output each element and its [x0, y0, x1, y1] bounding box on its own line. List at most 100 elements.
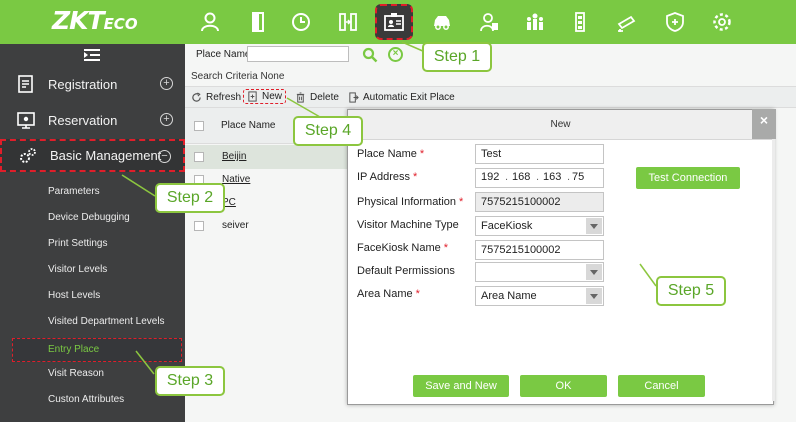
person-icon[interactable]	[196, 8, 224, 36]
refresh-label: Refresh	[206, 92, 242, 103]
ip-segment-3[interactable]: 163	[543, 171, 561, 189]
ip-separator: .	[536, 171, 540, 183]
cancel-button[interactable]: Cancel	[618, 375, 705, 397]
sidebar-module-label: Basic Management	[50, 148, 162, 163]
place-name-input[interactable]: Test	[475, 144, 604, 164]
required-marker: *	[443, 242, 449, 254]
sidebar: Registration + Reservation + Basic Manag…	[0, 44, 185, 422]
dialog-scrollbar[interactable]	[772, 139, 775, 401]
sidebar-module-label: Reservation	[48, 112, 118, 128]
search-label: Place Name	[196, 49, 251, 60]
place-name-text[interactable]: seiver	[222, 220, 249, 231]
sidebar-module-registration[interactable]: Registration +	[0, 71, 185, 97]
place-name-link[interactable]: Native	[222, 174, 250, 185]
selected-value: FaceKiosk	[481, 220, 533, 232]
ip-segment-4[interactable]: 75	[572, 171, 584, 189]
attendance-icon[interactable]	[334, 8, 362, 36]
collapse-minus-icon[interactable]: −	[158, 150, 171, 163]
select-all-checkbox[interactable]	[194, 121, 204, 131]
sidebar-item-host-levels[interactable]: Host Levels	[0, 284, 185, 308]
patrol-guard-icon[interactable]	[475, 8, 503, 36]
label-text: IP Address	[357, 171, 410, 183]
new-document-icon	[248, 91, 257, 102]
gears-icon	[20, 147, 36, 163]
selected-value: Area Name	[481, 290, 537, 302]
car-icon[interactable]	[428, 8, 456, 36]
ip-address-label: IP Address *	[357, 171, 417, 183]
facekiosk-name-input[interactable]: 7575215100002	[475, 240, 604, 260]
sidebar-module-basic-management[interactable]: Basic Management −	[0, 139, 185, 172]
place-name-label: Place Name *	[357, 148, 424, 160]
ip-separator: .	[505, 171, 509, 183]
trash-icon	[296, 92, 305, 103]
required-marker: *	[415, 288, 420, 300]
camera-icon[interactable]	[613, 8, 641, 36]
label-text: Place Name	[357, 148, 417, 160]
toolbar: Refresh New Delete Automatic Exit Place	[185, 86, 796, 108]
close-icon[interactable]: ×	[756, 112, 772, 128]
test-connection-button[interactable]: Test Connection	[636, 167, 740, 189]
ok-button[interactable]: OK	[520, 375, 607, 397]
sidebar-item-visitor-levels[interactable]: Visitor Levels	[0, 258, 185, 282]
people-group-icon[interactable]	[521, 8, 549, 36]
expand-plus-icon[interactable]: +	[160, 77, 173, 90]
logo-main-text: ZKT	[52, 6, 105, 35]
dialog-title: New	[348, 110, 773, 140]
dropdown-arrow-icon[interactable]	[586, 218, 602, 234]
door-icon[interactable]	[244, 8, 272, 36]
reservation-icon	[17, 112, 35, 129]
table-row[interactable]: seiver	[185, 214, 350, 238]
ip-segment-1[interactable]: 192	[481, 171, 499, 189]
delete-label: Delete	[310, 92, 339, 103]
shield-icon[interactable]	[661, 8, 689, 36]
area-name-select[interactable]: Area Name	[475, 286, 604, 306]
required-marker: *	[459, 196, 464, 208]
ip-segment-2[interactable]: 168	[512, 171, 530, 189]
sidebar-item-visited-department-levels[interactable]: Visited Department Levels	[0, 310, 185, 334]
gear-icon[interactable]	[708, 8, 736, 36]
sidebar-module-reservation[interactable]: Reservation +	[0, 107, 185, 133]
sidebar-collapse-icon[interactable]	[82, 48, 102, 62]
elevator-icon[interactable]	[566, 8, 594, 36]
step3-callout: Step 3	[155, 366, 225, 396]
delete-button[interactable]: Delete	[295, 92, 339, 103]
exit-door-icon	[349, 92, 359, 103]
required-marker: *	[413, 171, 418, 183]
search-criteria-text: Search Criteria None	[191, 71, 285, 82]
visitor-machine-type-label: Visitor Machine Type	[357, 219, 459, 231]
clear-search-icon[interactable]: ×	[388, 47, 403, 62]
step1-callout: Step 1	[422, 42, 492, 72]
place-name-search-input[interactable]	[247, 46, 349, 62]
place-name-link[interactable]: Beijin	[222, 151, 246, 162]
row-checkbox[interactable]	[194, 221, 204, 231]
label-text: FaceKiosk Name	[357, 242, 441, 254]
column-header-place-name: Place Name	[221, 120, 276, 131]
facekiosk-name-label: FaceKiosk Name *	[357, 242, 448, 254]
table-row[interactable]: Beijin	[185, 145, 350, 169]
dropdown-arrow-icon[interactable]	[586, 264, 602, 280]
default-permissions-label: Default Permissions	[357, 265, 455, 277]
ip-separator: .	[567, 171, 571, 183]
new-button[interactable]: New	[243, 89, 287, 104]
default-permissions-select[interactable]	[475, 262, 604, 282]
search-icon[interactable]	[362, 47, 378, 63]
visitor-machine-type-select[interactable]: FaceKiosk	[475, 216, 604, 236]
refresh-icon	[192, 92, 201, 102]
clock-icon[interactable]	[287, 8, 315, 36]
required-marker: *	[419, 148, 425, 160]
automatic-exit-place-button[interactable]: Automatic Exit Place	[348, 92, 455, 103]
automatic-exit-place-label: Automatic Exit Place	[363, 92, 455, 103]
expand-plus-icon[interactable]: +	[160, 113, 173, 126]
save-and-new-button[interactable]: Save and New	[413, 375, 509, 397]
area-name-label: Area Name *	[357, 288, 420, 300]
refresh-button[interactable]: Refresh	[191, 92, 241, 103]
sidebar-item-entry-place[interactable]: Entry Place	[12, 338, 182, 362]
new-label: New	[262, 91, 283, 102]
row-checkbox[interactable]	[194, 152, 204, 162]
step4-callout: Step 4	[293, 116, 363, 146]
visitor-badge-icon[interactable]	[375, 4, 413, 40]
dropdown-arrow-icon[interactable]	[586, 288, 602, 304]
sidebar-module-label: Registration	[48, 76, 118, 92]
sidebar-item-print-settings[interactable]: Print Settings	[0, 232, 185, 256]
logo-suffix-text: ECO	[103, 15, 138, 33]
